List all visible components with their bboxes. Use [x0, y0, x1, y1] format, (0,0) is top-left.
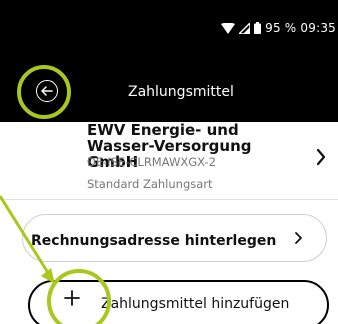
phone-screen: 95 % 09:35 Zahlungsmittel EWV Energie- u… — [0, 0, 338, 324]
wifi-icon — [221, 22, 236, 34]
back-button[interactable] — [36, 80, 58, 102]
battery-icon — [254, 22, 262, 34]
payment-method-id: DE-ISE-CLRMAWXGX-2 — [87, 155, 216, 169]
status-bar: 95 % 09:35 — [0, 0, 338, 52]
status-text: 95 % 09:35 — [265, 21, 336, 35]
page-title: Zahlungsmittel — [128, 84, 234, 100]
signal-icon — [239, 22, 251, 34]
divider — [0, 199, 338, 200]
chevron-right-icon — [294, 231, 303, 250]
add-payment-method-label: Zahlungsmittel hinzufügen — [101, 296, 290, 312]
status-icons: 95 % 09:35 — [221, 20, 336, 36]
billing-address-label: Rechnungsadresse hinterlegen — [31, 233, 277, 249]
payment-method-status: Standard Zahlungsart — [87, 177, 213, 191]
chevron-right-icon[interactable] — [316, 148, 326, 171]
arrow-left-icon — [41, 86, 53, 96]
plus-icon — [64, 290, 80, 311]
